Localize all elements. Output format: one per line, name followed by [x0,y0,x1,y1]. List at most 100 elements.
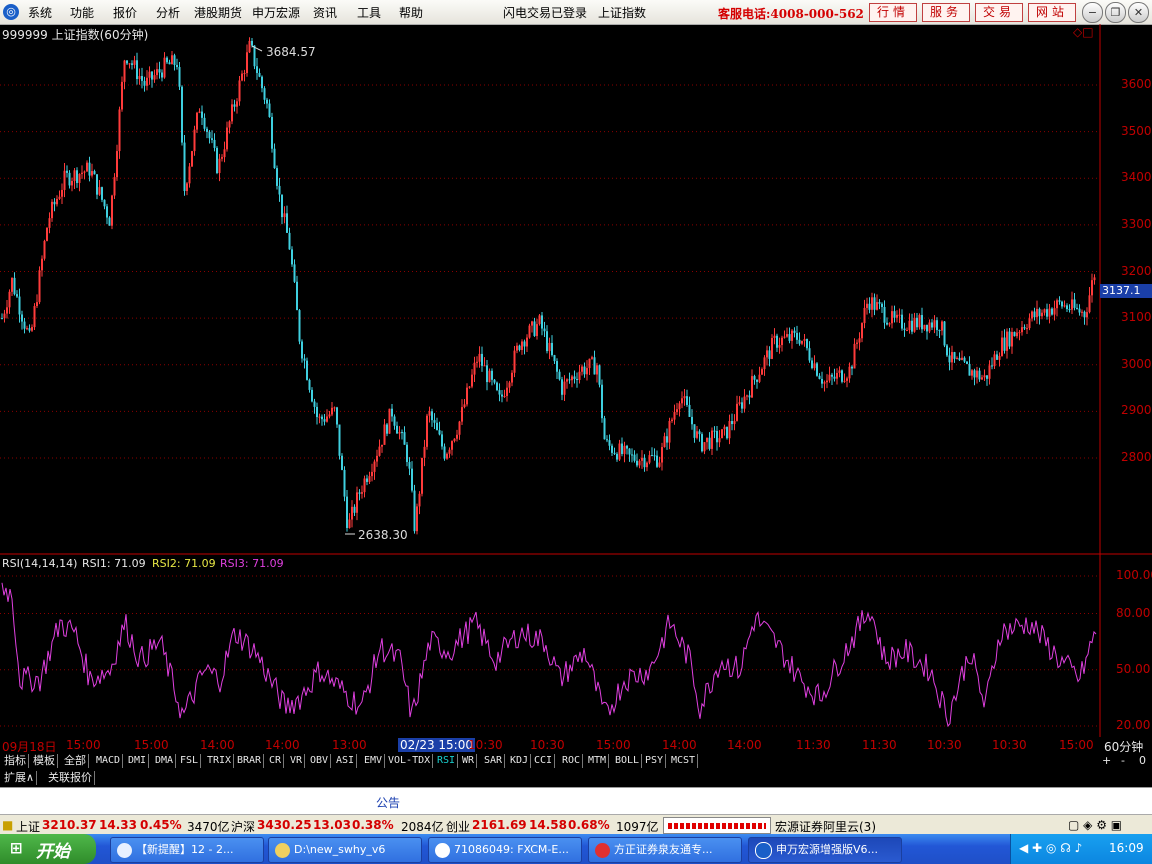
menu-tools[interactable]: 工具 [357,4,381,21]
indicator-tab-brar[interactable]: BRAR [235,754,265,768]
candle-body [1053,308,1056,315]
browser-icon [117,842,132,858]
menu-news[interactable]: 资讯 [313,4,337,21]
candle-body [1023,327,1026,329]
folder-icon [275,842,290,858]
candle-body [753,376,756,380]
server-name[interactable]: 宏源证券阿里云(3) [775,818,876,835]
indicator-tab-wr[interactable]: WR [460,754,478,768]
task-swhy[interactable]: 申万宏源增强版V6... [748,837,902,863]
candle-body [81,172,83,174]
candle-body [578,371,581,380]
menu-analysis[interactable]: 分析 [156,4,180,21]
task-founder[interactable]: 方正证券泉友通专... [588,837,742,863]
indicator-tab-mcst[interactable]: MCST [669,754,699,768]
indicator-tab-cci[interactable]: CCI [532,754,556,768]
menu-quote[interactable]: 报价 [113,4,137,21]
menu-help[interactable]: 帮助 [399,4,423,21]
indicator-tab-macd[interactable]: MACD [94,754,124,768]
candle-body [123,60,126,82]
indicator-tab-sar[interactable]: SAR [482,754,506,768]
minimize-icon[interactable]: − [1082,2,1103,23]
task-folder[interactable]: D:\new_swhy_v6 [268,837,422,863]
start-button[interactable]: ⊞ 开始 [0,834,96,864]
candle-body [391,408,393,417]
candle-body [971,370,973,376]
menu-bar: ◎ 系统 功能 报价 分析 港股期货 申万宏源 资讯 工具 帮助 闪电交易已登录… [0,0,1152,25]
candle-body [66,170,68,173]
indicator-tab-模板[interactable]: 模板 [31,754,58,768]
indicator-tab-kdj[interactable]: KDJ [508,754,532,768]
candle-body [561,379,563,395]
indicator-tab-vol-tdx[interactable]: VOL-TDX [386,754,434,768]
candle-body [341,455,343,470]
indicator-tab-boll[interactable]: BOLL [613,754,643,768]
indicator-tab-fsl[interactable]: FSL [178,754,202,768]
indicator-tab-psy[interactable]: PSY [643,754,667,768]
indicator-tab-obv[interactable]: OBV [308,754,332,768]
trade-button[interactable]: 交易 [975,3,1023,22]
candle-body [403,432,406,445]
zoom-in-button[interactable]: + [1102,754,1111,767]
candle-body [626,445,628,449]
menu-swhy[interactable]: 申万宏源 [252,4,300,21]
indicator-tab-全部[interactable]: 全部 [62,754,89,768]
market-button[interactable]: 行情 [869,3,917,22]
zoom-out-button[interactable]: - [1121,754,1125,767]
menu-hk-futures[interactable]: 港股期货 [194,4,242,21]
indicator-tab-emv[interactable]: EMV [362,754,386,768]
announcement-bar[interactable]: 公告 [0,787,1152,815]
candle-body [1071,299,1073,310]
indicator-tab-asi[interactable]: ASI [334,754,358,768]
indicator-tab-roc[interactable]: ROC [560,754,584,768]
indicator-tab-vr[interactable]: VR [288,754,306,768]
tray-icons[interactable]: ◀ ✚ ◎ ☊ ♪ [1019,841,1082,855]
chart-area[interactable]: 999999 上证指数(60分钟) ◇□ 3684.57 2638.30 360… [0,24,1152,737]
candle-body [231,104,233,122]
candle-body [416,506,418,532]
extend-tab[interactable]: 扩展∧ [2,771,38,785]
indicator-tab-指标[interactable]: 指标 [2,754,29,768]
task-browser[interactable]: 【新提醒】12 - 2... [110,837,264,863]
candle-body [361,492,363,494]
indicator-tab-dmi[interactable]: DMI [126,754,150,768]
candle-body [133,60,136,65]
indicator-tab-cr[interactable]: CR [267,754,285,768]
candle-body [1016,332,1018,337]
candle-body [986,375,988,379]
candle-body [966,361,968,364]
indicator-tab-dma[interactable]: DMA [153,754,177,768]
candle-body [466,387,468,405]
candle-body [796,332,798,340]
candle-body [516,345,518,351]
app-icon [595,842,610,858]
candle-body [116,151,118,178]
announcement-label[interactable]: 公告 [376,794,400,811]
kline-chart[interactable] [0,24,1152,737]
chart-options-icon[interactable]: ◇□ [1073,25,1094,39]
restore-icon[interactable]: ❐ [1105,2,1126,23]
candle-body [183,142,186,192]
time-tick-label: 14:00 [662,738,697,752]
candle-body [818,375,821,379]
price-tick-label: 3400 [1121,170,1152,185]
indicator-tab-mtm[interactable]: MTM [586,754,610,768]
candle-body [246,52,248,74]
menu-function[interactable]: 功能 [70,4,94,21]
status-tool-icons[interactable]: ▢ ◈ ⚙ ▣ [1068,818,1122,832]
related-quote-tab[interactable]: 关联报价 [46,771,95,785]
time-tick-label: 02/23 15:00 [398,738,475,752]
website-button[interactable]: 网站 [1028,3,1076,22]
candle-body [336,407,338,425]
candle-body [306,360,308,380]
candle-body [766,350,768,358]
indicator-tab-rsi[interactable]: RSI [435,754,459,768]
menu-system[interactable]: 系统 [28,4,52,21]
close-icon[interactable]: ✕ [1128,2,1149,23]
candle-body [233,104,236,107]
zoom-reset-button[interactable]: 0 [1139,754,1146,767]
service-button[interactable]: 服务 [922,3,970,22]
indicator-tab-trix[interactable]: TRIX [205,754,235,768]
task-fxcm[interactable]: 71086049: FXCM-E... [428,837,582,863]
current-index-name: 上证指数 [598,6,647,20]
